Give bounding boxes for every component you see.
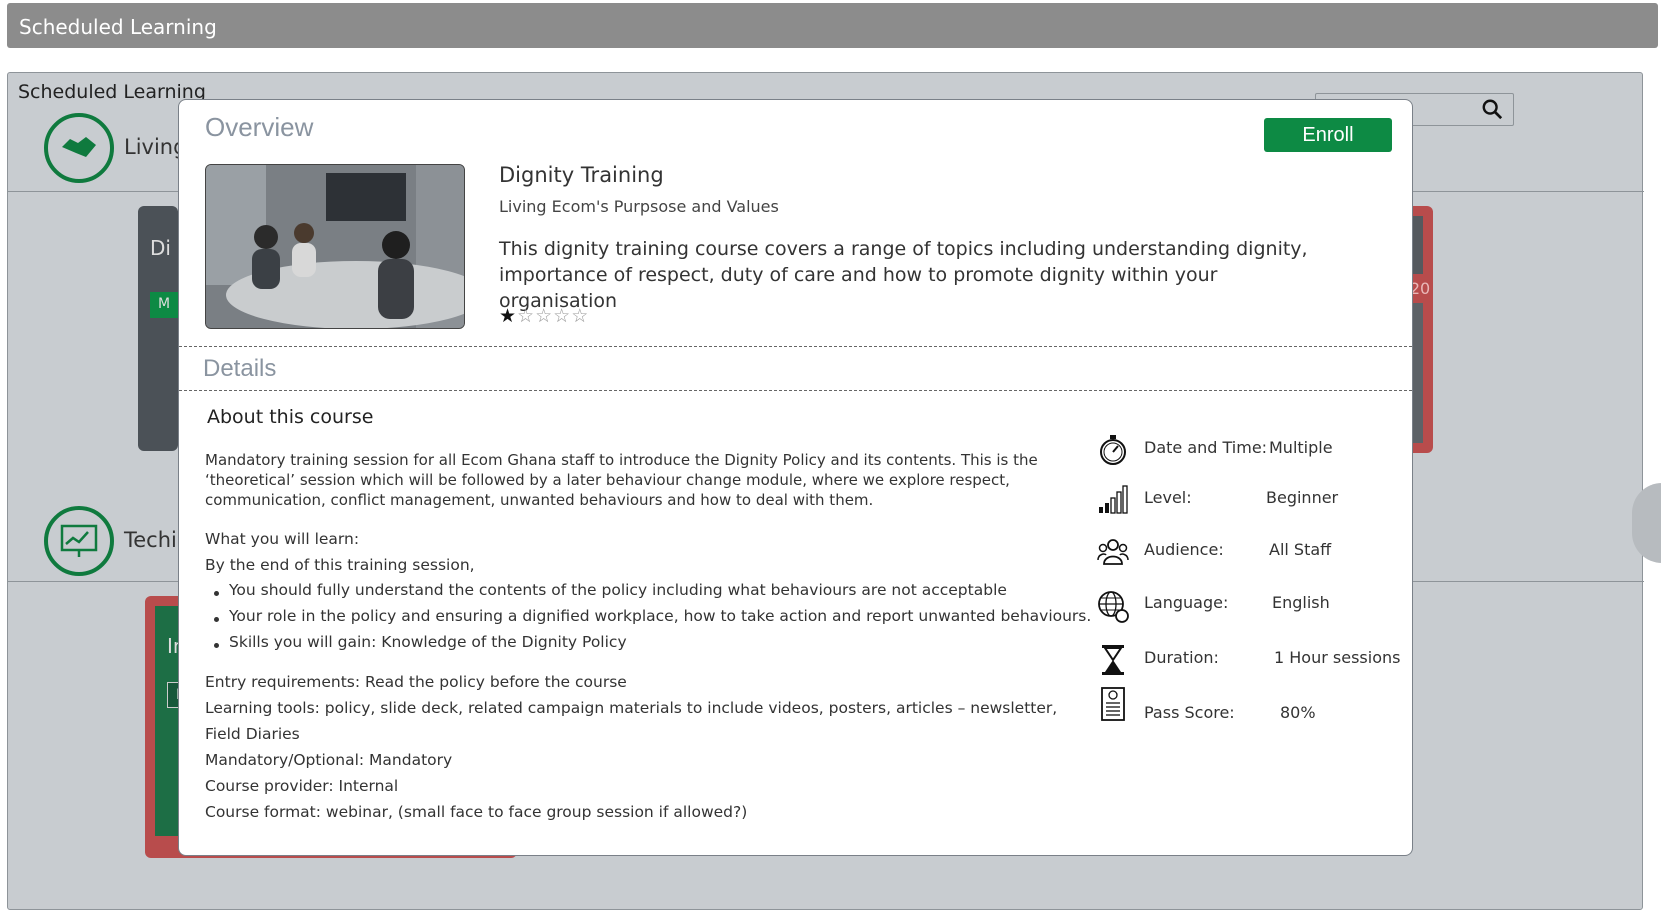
details-heading: Details (203, 355, 277, 382)
panel-title: Scheduled Learning (18, 81, 206, 103)
certificate-icon (1101, 687, 1125, 721)
meta-label: Audience: (1144, 540, 1224, 559)
meta-value: Multiple (1269, 438, 1333, 457)
card-badge-fragment: M (150, 292, 178, 318)
category-label[interactable]: Techi (124, 528, 177, 552)
meta-label: Language: (1144, 593, 1229, 612)
course-title: Dignity Training (499, 163, 664, 187)
signal-bars-icon (1099, 485, 1128, 514)
meta-label: Level: (1144, 488, 1192, 507)
course-overview-modal: Overview Enroll Dignity Training Living … (178, 99, 1413, 856)
course-format: Course format: webinar, (small face to f… (205, 803, 748, 821)
stopwatch-icon (1100, 435, 1126, 465)
list-item: Skills you will gain: Knowledge of the D… (205, 633, 627, 651)
mandatory-optional: Mandatory/Optional: Mandatory (205, 751, 453, 769)
course-provider: Course provider: Internal (205, 777, 399, 795)
scroll-handle[interactable] (1632, 483, 1661, 563)
star-empty-icon[interactable]: ☆ (571, 305, 589, 327)
course-thumbnail (205, 164, 465, 329)
star-empty-icon[interactable]: ☆ (553, 305, 571, 327)
meta-label: Pass Score: (1144, 703, 1235, 722)
meta-value: Beginner (1266, 488, 1339, 507)
course-subtitle: Living Ecom's Purpsose and Values (499, 197, 779, 216)
meta-value: 80% (1280, 703, 1316, 722)
presentation-chart-icon (44, 506, 114, 576)
learn-heading: What you will learn: (205, 530, 360, 548)
meta-label: Date and Time: (1144, 438, 1268, 457)
overview-heading: Overview (205, 112, 314, 142)
meta-value: 1 Hour sessions (1274, 648, 1401, 667)
about-heading: About this course (207, 406, 374, 428)
globe-chat-icon (1098, 591, 1129, 623)
learning-tools-cont: Field Diaries (205, 725, 300, 743)
search-icon[interactable] (1481, 98, 1503, 120)
meta-value: All Staff (1269, 540, 1332, 559)
enroll-button[interactable]: Enroll (1264, 118, 1392, 152)
list-item: Your role in the policy and ensuring a d… (205, 607, 1091, 625)
about-text: Mandatory training session for all Ecom … (205, 451, 1038, 509)
handshake-icon (44, 113, 114, 183)
star-filled-icon[interactable]: ★ (499, 305, 517, 327)
meta-label: Duration: (1144, 648, 1219, 667)
star-empty-icon[interactable]: ☆ (517, 305, 535, 327)
people-icon (1097, 539, 1129, 565)
learning-tools: Learning tools: policy, slide deck, rela… (205, 699, 1058, 717)
divider (179, 390, 1412, 391)
meta-value: English (1272, 593, 1330, 612)
top-bar: Scheduled Learning (7, 3, 1658, 48)
list-item: You should fully understand the contents… (205, 581, 1007, 599)
entry-requirements: Entry requirements: Read the policy befo… (205, 673, 627, 691)
star-empty-icon[interactable]: ☆ (535, 305, 553, 327)
course-card[interactable]: Di M (138, 206, 178, 451)
divider (179, 346, 1412, 347)
card-title-fragment: Di (150, 236, 171, 260)
top-bar-title: Scheduled Learning (19, 15, 217, 39)
star-rating[interactable]: ★☆☆☆☆ (499, 305, 589, 327)
learn-intro: By the end of this training session, (205, 556, 475, 574)
course-description: This dignity training course covers a ra… (499, 238, 1308, 312)
hourglass-icon (1102, 645, 1124, 675)
